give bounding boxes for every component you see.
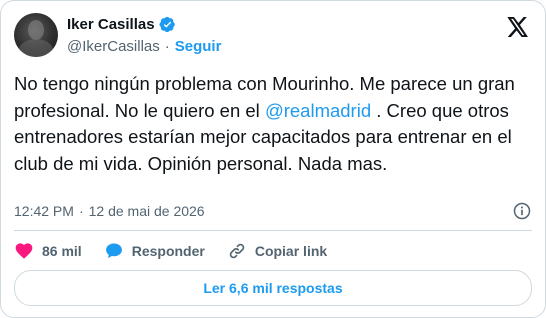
reply-button[interactable]: Responder xyxy=(104,241,205,261)
tweet-text: No tengo ningún problema con Mourinho. M… xyxy=(14,71,534,177)
avatar[interactable] xyxy=(14,13,58,57)
handle-separator: · xyxy=(164,38,170,55)
tweet-time[interactable]: 12:42 PM xyxy=(14,203,74,219)
tweet-date[interactable]: 12 de mai de 2026 xyxy=(89,203,205,219)
copy-link-button[interactable]: Copiar link xyxy=(227,241,327,261)
copy-link-label: Copiar link xyxy=(254,243,328,259)
mention-link[interactable]: @realmadrid xyxy=(265,100,371,121)
speech-bubble-icon xyxy=(105,243,122,259)
tweet-header: Iker Casillas @IkerCasillas · Seguir xyxy=(14,13,533,61)
name-row: Iker Casillas xyxy=(67,16,176,33)
meta-separator: · xyxy=(78,203,84,219)
avatar-head-shape xyxy=(28,20,44,40)
likes-count: 86 mil xyxy=(42,243,82,259)
avatar-shoulders-shape xyxy=(19,39,53,57)
follow-button[interactable]: Seguir xyxy=(175,38,222,55)
heart-icon xyxy=(15,243,33,259)
reply-label: Responder xyxy=(131,243,205,259)
tweet-card: Iker Casillas @IkerCasillas · Seguir No … xyxy=(0,0,546,318)
verified-badge-icon xyxy=(159,16,175,33)
display-name[interactable]: Iker Casillas xyxy=(67,16,155,33)
tweet-meta-row: 12:42 PM · 12 de mai de 2026 xyxy=(14,201,532,221)
handle-row: @IkerCasillas · Seguir xyxy=(67,38,221,55)
like-button[interactable]: 86 mil xyxy=(14,241,82,261)
read-replies-button[interactable]: Ler 6,6 mil respostas xyxy=(14,270,532,306)
link-icon xyxy=(229,243,245,259)
info-icon[interactable] xyxy=(512,201,532,221)
read-replies-label: Ler 6,6 mil respostas xyxy=(203,280,343,296)
divider xyxy=(14,230,532,231)
x-logo-icon[interactable] xyxy=(507,17,529,37)
author-handle[interactable]: @IkerCasillas xyxy=(67,38,160,55)
actions-bar: 86 mil Responder Copiar link xyxy=(14,239,349,263)
